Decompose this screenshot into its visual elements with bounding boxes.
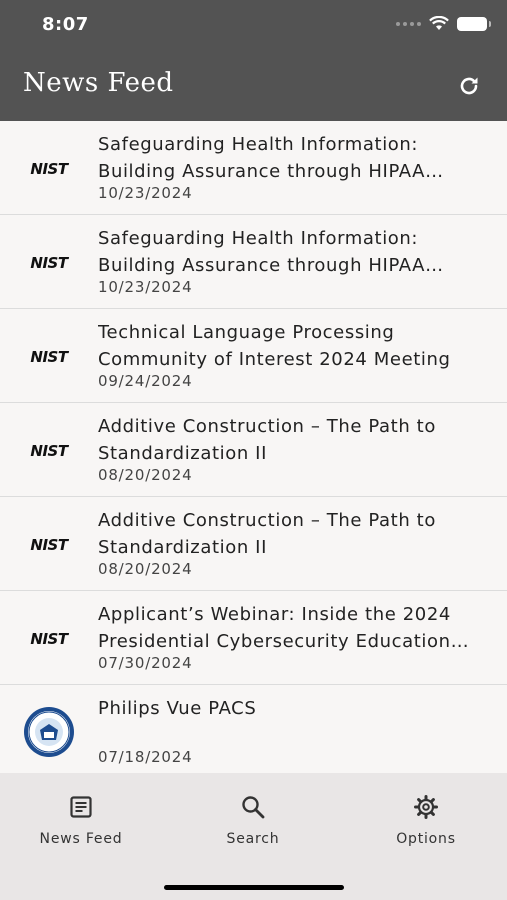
nist-logo: NIST (20, 143, 78, 193)
status-bar: 8:07 (0, 0, 507, 52)
gear-icon (412, 793, 440, 821)
feed-item-date: 07/18/2024 (98, 748, 193, 766)
nist-logo: NIST (20, 613, 78, 663)
feed-item[interactable]: Philips Vue PACS 07/18/2024 (0, 685, 507, 773)
wifi-icon (429, 16, 449, 30)
refresh-button[interactable] (455, 72, 483, 100)
svg-text:NIST: NIST (30, 630, 69, 646)
feed-item-date: 10/23/2024 (98, 278, 193, 296)
article-icon (67, 793, 95, 821)
feed-item-title: Technical Language Processing Community … (98, 322, 451, 370)
nav-search-label: Search (226, 831, 280, 847)
nav-search[interactable]: Search (193, 793, 313, 847)
search-icon (239, 793, 267, 821)
svg-text:NIST: NIST (30, 254, 69, 270)
feed-item-date: 09/24/2024 (98, 372, 193, 390)
nist-logo: NIST (20, 519, 78, 569)
feed-item-date: 08/20/2024 (98, 560, 193, 578)
status-icons (396, 16, 491, 31)
battery-icon (457, 16, 491, 31)
nav-news-feed[interactable]: News Feed (21, 793, 141, 847)
nav-news-feed-label: News Feed (39, 831, 123, 847)
feed-item-title: Philips Vue PACS (98, 698, 257, 719)
cellular-signal-icon (396, 21, 421, 26)
feed-item[interactable]: NIST Additive Construction – The Path to… (0, 497, 507, 591)
feed-item-title: Applicant’s Webinar: Inside the 2024 Pre… (98, 604, 451, 652)
feed-item-title: Safeguarding Health Information: Buildin… (98, 228, 426, 276)
feed-item[interactable]: NIST Safeguarding Health Information: Bu… (0, 121, 507, 215)
feed-item[interactable]: NIST Additive Construction – The Path to… (0, 403, 507, 497)
refresh-icon (460, 77, 478, 95)
agency-seal-logo (20, 707, 78, 757)
svg-text:NIST: NIST (30, 442, 69, 458)
news-feed-list: NIST Safeguarding Health Information: Bu… (0, 121, 507, 773)
page-title: News Feed (23, 68, 174, 98)
svg-text:NIST: NIST (30, 536, 69, 552)
home-indicator (164, 885, 344, 890)
nav-options[interactable]: Options (366, 793, 486, 847)
nist-logo: NIST (20, 331, 78, 381)
feed-item-title: Safeguarding Health Information: Buildin… (98, 134, 426, 182)
feed-item[interactable]: NIST Applicant’s Webinar: Inside the 202… (0, 591, 507, 685)
status-time: 8:07 (42, 14, 89, 35)
nist-logo: NIST (20, 237, 78, 287)
bottom-navigation: News Feed Search Options (0, 773, 507, 900)
nav-options-label: Options (396, 831, 456, 847)
nist-logo: NIST (20, 425, 78, 475)
feed-item-title: Additive Construction – The Path to Stan… (98, 510, 436, 558)
feed-item[interactable]: NIST Safeguarding Health Information: Bu… (0, 215, 507, 309)
feed-item[interactable]: NIST Technical Language Processing Commu… (0, 309, 507, 403)
feed-item-date: 08/20/2024 (98, 466, 193, 484)
svg-text:NIST: NIST (30, 348, 69, 364)
app-bar: News Feed (0, 52, 507, 121)
feed-item-title: Additive Construction – The Path to Stan… (98, 416, 436, 464)
svg-text:NIST: NIST (30, 160, 69, 176)
feed-item-date: 07/30/2024 (98, 654, 193, 672)
feed-item-date: 10/23/2024 (98, 184, 193, 202)
